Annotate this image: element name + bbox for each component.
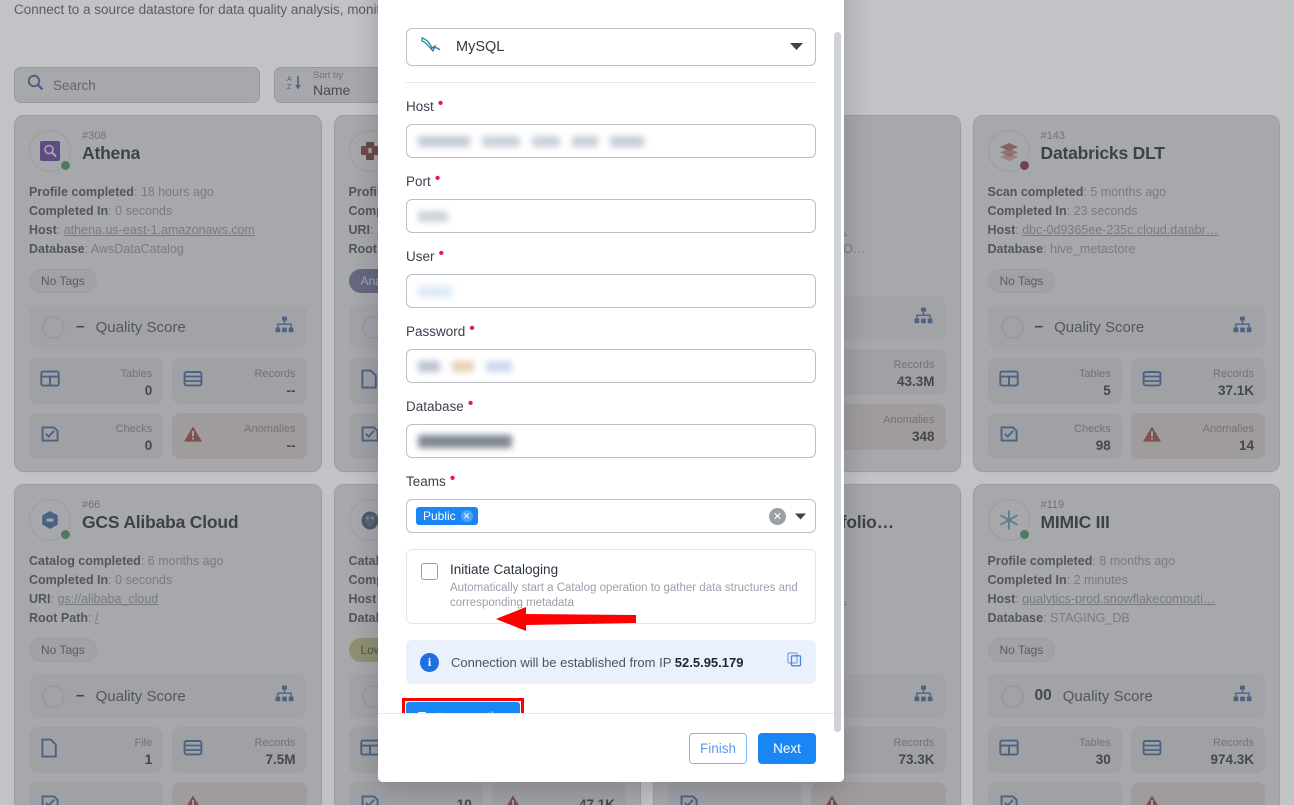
info-icon: i xyxy=(420,652,439,672)
field-user-label: User • xyxy=(406,245,445,265)
host-input[interactable] xyxy=(406,124,816,158)
add-datastore-modal: MySQL Host • Port • User • Password • Da… xyxy=(378,0,844,782)
initiate-cataloging-title: Initiate Cataloging xyxy=(450,562,559,577)
field-host: Host • xyxy=(406,95,816,158)
field-teams-label: Teams • xyxy=(406,470,456,490)
datastore-type-value: MySQL xyxy=(456,39,505,55)
redacted-value xyxy=(418,210,448,222)
annotation-arrow-icon xyxy=(496,604,636,639)
team-chip[interactable]: Public ✕ xyxy=(416,507,478,525)
field-database: Database • xyxy=(406,395,816,458)
database-input[interactable] xyxy=(406,424,816,458)
required-marker: • xyxy=(434,170,441,187)
finish-button[interactable]: Finish xyxy=(689,732,747,764)
initiate-cataloging-checkbox[interactable] xyxy=(421,563,438,580)
required-marker: • xyxy=(469,320,475,337)
next-button[interactable]: Next xyxy=(758,732,816,764)
redacted-value xyxy=(418,135,644,147)
required-marker: • xyxy=(449,470,456,487)
password-input[interactable] xyxy=(406,349,816,383)
copy-icon[interactable] xyxy=(787,652,802,672)
required-marker: • xyxy=(467,395,474,412)
field-port-label: Port • xyxy=(406,170,441,190)
test-connection-wrap: Test connection xyxy=(402,698,525,713)
field-teams: Teams • Public ✕ ✕ xyxy=(406,470,816,533)
port-input[interactable] xyxy=(406,199,816,233)
close-icon[interactable]: ✕ xyxy=(460,510,473,522)
connection-ip-info: i Connection will be established from IP… xyxy=(406,640,816,684)
field-password: Password • xyxy=(406,320,816,383)
required-marker: • xyxy=(438,245,445,262)
chevron-down-icon[interactable] xyxy=(790,38,803,56)
screen: Connect to a source datastore for data q… xyxy=(0,0,1294,805)
modal-footer: Finish Next xyxy=(378,713,844,782)
field-port: Port • xyxy=(406,170,816,233)
connection-ip-value: 52.5.95.179 xyxy=(674,654,744,670)
field-host-label: Host • xyxy=(406,95,444,115)
modal-divider xyxy=(406,82,816,83)
test-connection-button[interactable]: Test connection xyxy=(406,702,521,713)
redacted-value xyxy=(418,434,512,448)
field-database-label: Database • xyxy=(406,395,474,415)
modal-scrollbar[interactable] xyxy=(834,32,841,732)
user-input[interactable] xyxy=(406,274,816,308)
clear-circle-icon[interactable]: ✕ xyxy=(769,507,786,525)
chevron-down-icon[interactable] xyxy=(795,507,806,525)
required-marker: • xyxy=(437,95,444,112)
mysql-dolphin-icon xyxy=(419,35,445,60)
field-password-label: Password • xyxy=(406,320,475,340)
redacted-value xyxy=(418,285,452,297)
team-chip-label: Public xyxy=(423,509,456,523)
redacted-value xyxy=(418,360,512,372)
teams-select[interactable]: Public ✕ ✕ xyxy=(406,499,816,533)
field-user: User • xyxy=(406,245,816,308)
datastore-type-select[interactable]: MySQL xyxy=(406,28,816,66)
connection-ip-text: Connection will be established from IP xyxy=(451,654,675,670)
